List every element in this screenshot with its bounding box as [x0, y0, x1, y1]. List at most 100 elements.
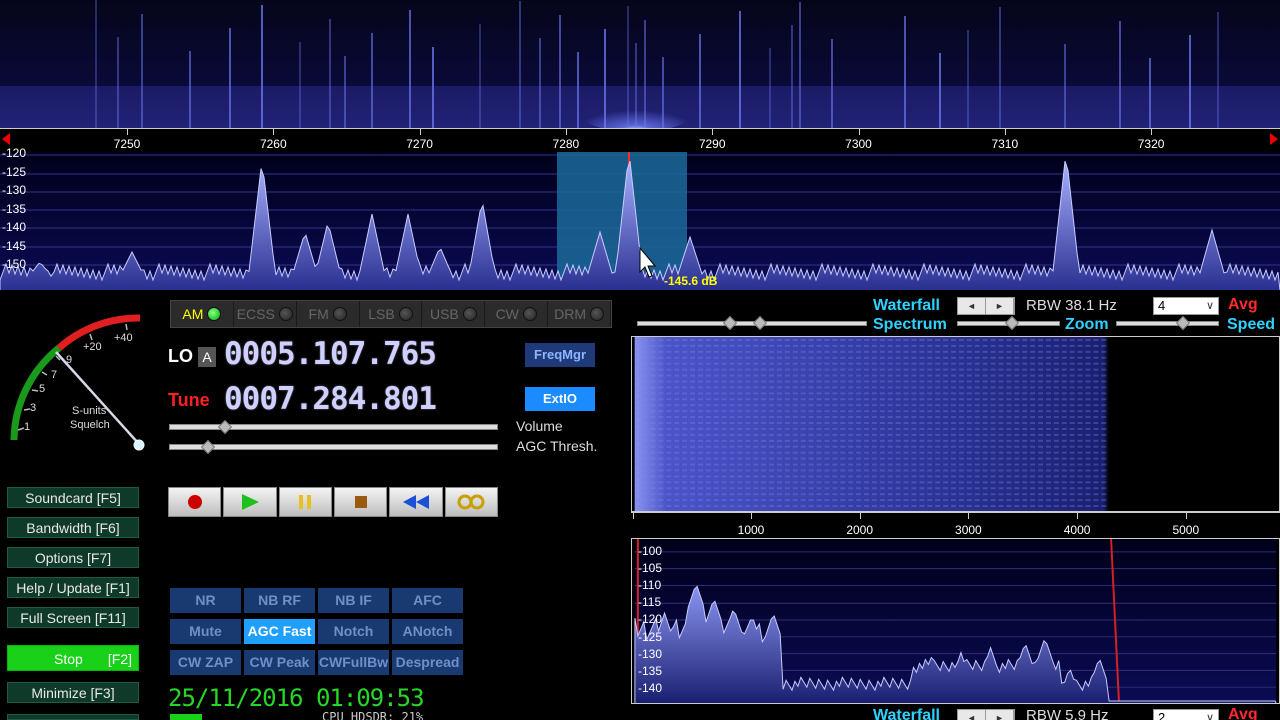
arrow-left-icon[interactable]: ◄	[958, 710, 986, 720]
dsp-cwfullbw-button[interactable]: CWFullBw	[318, 650, 389, 675]
mode-am-button[interactable]: AM	[171, 301, 234, 327]
mode-led-icon	[278, 307, 293, 321]
avg-select-bottom[interactable]: 2 ∨	[1153, 709, 1219, 720]
avg-label: Avg	[1228, 296, 1258, 313]
extio-button[interactable]: ExtIO	[525, 387, 595, 411]
rewind-icon	[402, 495, 429, 509]
dsp-notch-button[interactable]: Notch	[318, 619, 389, 644]
record-button[interactable]	[168, 487, 222, 517]
stop-button[interactable]: Stop [F2]	[7, 645, 139, 671]
rf-frequency-scale[interactable]: 7250 7260 7270 7280 7290 7300 7310 7320	[0, 128, 1280, 152]
dsp-nb-if-button[interactable]: NB IF	[318, 588, 389, 613]
freq-tick	[273, 129, 275, 135]
audio-freq-tick-label: 5000	[1172, 523, 1200, 537]
play-button[interactable]	[223, 487, 277, 517]
s-label-3: 3	[30, 402, 36, 414]
tune-frequency-display[interactable]: 0007.284.801	[224, 381, 437, 417]
dsp-cw-peak-button[interactable]: CW Peak	[244, 650, 315, 675]
hdsdr-window: 7250 7260 7270 7280 7290 7300 7310 7320	[0, 0, 1280, 720]
agc-threshold-slider[interactable]	[169, 444, 498, 450]
audio-freq-tick-label: 1000	[737, 523, 765, 537]
arrow-left-icon[interactable]: ◄	[958, 298, 986, 314]
loop-button[interactable]	[444, 487, 498, 517]
freq-tick-label: 7280	[552, 137, 580, 151]
mode-led-icon	[207, 307, 222, 321]
waterfall-contrast-thumb-b[interactable]	[752, 315, 768, 331]
audio-spectrum[interactable]	[631, 538, 1280, 704]
dsp-despread-button[interactable]: Despread	[392, 650, 463, 675]
mode-fm-button[interactable]: FM	[297, 301, 360, 327]
squelch-knob-icon[interactable]	[133, 439, 145, 451]
audio-db-tick-label: -100	[638, 544, 663, 558]
speed-slider[interactable]	[1116, 321, 1219, 326]
audio-freq-tick	[633, 513, 634, 519]
audio-db-tick-label: -125	[638, 629, 663, 644]
mode-led-icon	[462, 307, 477, 321]
rewind-button[interactable]	[389, 487, 443, 517]
scroll-right-icon[interactable]	[1270, 133, 1278, 145]
dsp-cw-zap-button[interactable]: CW ZAP	[170, 650, 241, 675]
dsp-nr-button[interactable]: NR	[170, 588, 241, 613]
freq-tick-label: 7320	[1137, 137, 1165, 151]
waterfall-arrows[interactable]: ◄ ►	[957, 297, 1015, 315]
date-time-display: 25/11/2016 01:09:53	[168, 684, 425, 712]
rf-spectrum[interactable]	[0, 152, 1280, 290]
freq-tick	[127, 129, 128, 135]
menu-button-partial[interactable]	[7, 714, 139, 720]
stop-button-key: [F2]	[107, 651, 132, 667]
s-meter[interactable]: 1 3 5 7 9 +20 +40 S-units Squelch	[4, 300, 160, 460]
cpu-meter-bar	[170, 714, 202, 720]
avg-select[interactable]: 4 ∨	[1153, 297, 1219, 315]
record-icon	[187, 495, 202, 509]
mode-led-icon	[590, 307, 605, 321]
audio-freq-tick	[1077, 513, 1079, 519]
db-tick-label: -140	[2, 220, 27, 234]
speed-slider-thumb[interactable]	[1175, 315, 1191, 331]
freqmgr-button[interactable]: FreqMgr	[525, 343, 595, 367]
agc-threshold-slider-thumb[interactable]	[201, 439, 216, 455]
pause-button[interactable]	[278, 487, 332, 517]
lo-label: LO	[168, 346, 193, 366]
cpu-usage-label: CPU HDSDR: 21%	[322, 710, 424, 720]
audio-frequency-scale[interactable]: 1000 2000 3000 4000 5000	[631, 512, 1280, 538]
audio-freq-tick	[859, 513, 861, 519]
s-label-7: 7	[51, 369, 57, 381]
arrow-right-icon[interactable]: ►	[986, 298, 1014, 314]
minimize-button[interactable]: Minimize [F3]	[7, 682, 139, 703]
mode-cw-button[interactable]: CW	[485, 301, 549, 327]
full-screen-button[interactable]: Full Screen [F11]	[7, 607, 139, 628]
rf-waterfall[interactable]	[0, 0, 1280, 128]
waterfall-label-bottom: Waterfall	[873, 707, 940, 720]
scroll-left-icon[interactable]	[2, 133, 10, 145]
db-tick-label: -125	[2, 164, 27, 179]
mode-led-icon	[522, 307, 537, 321]
mode-usb-button[interactable]: USB	[422, 301, 486, 327]
arrow-right-icon[interactable]: ►	[986, 710, 1014, 720]
audio-waterfall[interactable]	[631, 336, 1280, 512]
options-button[interactable]: Options [F7]	[7, 547, 139, 568]
waterfall-contrast-thumb-a[interactable]	[722, 315, 738, 331]
freq-tick-label: 7310	[991, 137, 1019, 151]
dsp-nb-rf-button[interactable]: NB RF	[244, 588, 315, 613]
loop-icon	[457, 494, 485, 510]
dsp-mute-button[interactable]: Mute	[170, 619, 241, 644]
pause-icon	[299, 495, 312, 509]
dsp-afc-button[interactable]: AFC	[392, 588, 463, 613]
db-tick-label: -120	[2, 146, 27, 160]
lo-frequency-display[interactable]: 0005.107.765	[224, 336, 437, 372]
soundcard-button[interactable]: Soundcard [F5]	[7, 487, 139, 508]
s-label-plus20: +20	[83, 341, 102, 353]
mode-drm-button[interactable]: DRM	[548, 301, 612, 327]
mode-lsb-button[interactable]: LSB	[360, 301, 423, 327]
zoom-slider-thumb[interactable]	[1004, 315, 1020, 331]
help-update-button[interactable]: Help / Update [F1]	[7, 577, 139, 598]
bandwidth-button[interactable]: Bandwidth [F6]	[7, 517, 139, 538]
waterfall-arrows-bottom[interactable]: ◄ ►	[957, 709, 1015, 720]
lo-channel-badge[interactable]: A	[198, 347, 216, 367]
dsp-agc-fast-button[interactable]: AGC Fast	[244, 619, 315, 644]
volume-slider-thumb[interactable]	[217, 419, 232, 435]
stop-playback-button[interactable]	[333, 487, 388, 517]
waterfall-contrast-slider[interactable]	[637, 321, 867, 326]
mode-ecss-button[interactable]: ECSS	[234, 301, 297, 327]
dsp-anotch-button[interactable]: ANotch	[392, 619, 463, 644]
